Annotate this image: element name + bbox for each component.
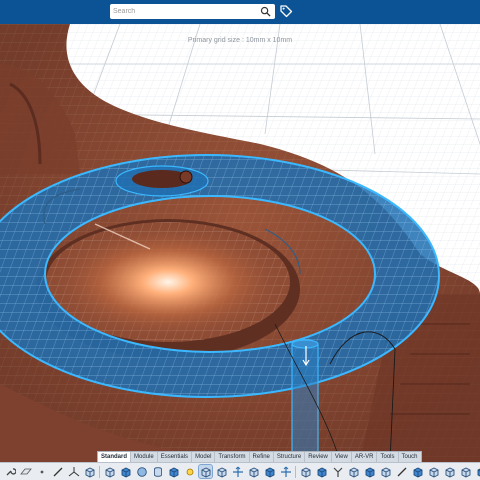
search-input[interactable]: [113, 4, 253, 19]
toolbar-separator: [295, 465, 296, 478]
axis-icon[interactable]: [67, 465, 80, 478]
box-minus-icon[interactable]: [443, 465, 456, 478]
mirror-icon[interactable]: [315, 465, 328, 478]
primitive-icon[interactable]: [119, 465, 132, 478]
tab-tools[interactable]: Tools: [377, 452, 399, 462]
fork-icon[interactable]: [331, 465, 344, 478]
tab-view[interactable]: View: [332, 452, 352, 462]
cube-select-icon[interactable]: [198, 464, 213, 479]
transform-icon[interactable]: [231, 465, 244, 478]
tab-structure[interactable]: Structure: [274, 452, 306, 462]
tab-transform[interactable]: Transform: [215, 452, 250, 462]
tab-refine[interactable]: Refine: [250, 452, 274, 462]
split-icon[interactable]: [263, 465, 276, 478]
cube-grid-icon[interactable]: [247, 465, 260, 478]
top-bar: [0, 0, 480, 24]
line-icon[interactable]: [51, 465, 64, 478]
tab-essentials[interactable]: Essentials: [158, 452, 193, 462]
tab-standard[interactable]: Standard: [98, 452, 132, 462]
tab-review[interactable]: Review: [305, 452, 332, 462]
search-icon[interactable]: [260, 6, 271, 17]
toolbar-separator: [99, 465, 100, 478]
snap-icon[interactable]: [299, 465, 312, 478]
scene-render: [0, 24, 480, 462]
box-icon[interactable]: [459, 465, 472, 478]
point-icon[interactable]: [35, 465, 48, 478]
section-icon[interactable]: [379, 465, 392, 478]
cube-wire-icon[interactable]: [103, 465, 116, 478]
tab-module[interactable]: Module: [131, 452, 158, 462]
search-box[interactable]: [110, 4, 275, 19]
cylinder-icon[interactable]: [151, 465, 164, 478]
wrench-icon[interactable]: [3, 465, 16, 478]
layer-icon[interactable]: [411, 465, 424, 478]
tab-ar-vr[interactable]: AR-VR: [352, 452, 378, 462]
tab-touch[interactable]: Touch: [399, 452, 421, 462]
tab-model[interactable]: Model: [192, 452, 216, 462]
main-toolbar: [0, 462, 480, 480]
cube-blue-icon[interactable]: [363, 465, 376, 478]
align-icon[interactable]: [279, 465, 292, 478]
light-icon[interactable]: [183, 465, 196, 478]
ribbon-tabs: Standard Module Essentials Model Transform Re…: [97, 451, 422, 462]
box-plus-icon[interactable]: [427, 465, 440, 478]
sphere-icon[interactable]: [135, 465, 148, 478]
cube-solid-icon[interactable]: [167, 465, 180, 478]
cube-cut-icon[interactable]: [347, 465, 360, 478]
tag-icon[interactable]: [279, 4, 293, 18]
box-blue-icon[interactable]: [475, 465, 480, 478]
3d-viewport[interactable]: Primary grid size : 10mm x 10mm: [0, 24, 480, 462]
cube-frame-icon[interactable]: [215, 465, 228, 478]
cube-icon[interactable]: [83, 465, 96, 478]
measure-icon[interactable]: [395, 465, 408, 478]
plane-icon[interactable]: [19, 465, 32, 478]
